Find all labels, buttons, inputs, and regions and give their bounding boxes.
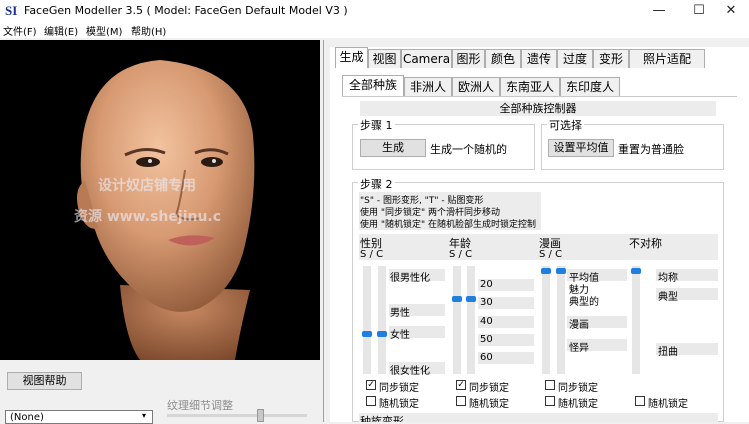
- asymmetry-label-symmetric: 均称: [658, 273, 678, 284]
- gender-shape-slider[interactable]: [362, 266, 372, 374]
- age-shape-slider[interactable]: [452, 266, 462, 374]
- caricature-color-slider-thumb[interactable]: [556, 268, 566, 274]
- set-average-button[interactable]: 设置平均值: [548, 139, 614, 157]
- view-help-button[interactable]: 视图帮助: [7, 372, 82, 390]
- age-sync-lock-checkbox[interactable]: ✓: [456, 380, 466, 390]
- caricature-shape-slider-thumb[interactable]: [541, 268, 551, 274]
- tab-photofit[interactable]: 照片适配: [629, 49, 705, 68]
- title-bar: SI FaceGen Modeller 3.5 ( Model: FaceGen…: [0, 0, 749, 21]
- optional-title: 可选择: [547, 117, 584, 133]
- age-label-40: 40: [480, 316, 493, 327]
- gender-sync-lock-checkbox[interactable]: ✓: [366, 380, 376, 390]
- caricature-label-typical: 典型的: [569, 297, 599, 308]
- menu-model[interactable]: 模型(M): [86, 23, 122, 38]
- age-color-slider-thumb[interactable]: [466, 296, 476, 302]
- morph-dropdown-value: (None): [10, 412, 44, 423]
- panel-separator: [323, 40, 324, 422]
- gender-sync-lock-label: 同步锁定: [379, 383, 419, 394]
- step1-title: 步骤 1: [358, 117, 395, 133]
- age-shape-slider-thumb[interactable]: [452, 296, 462, 302]
- race-morph-title: 种族变形: [360, 415, 404, 422]
- tab-content-border: [342, 96, 737, 97]
- tab-all-races[interactable]: 全部种族: [342, 75, 404, 96]
- texture-detail-slider-track[interactable]: [167, 414, 307, 417]
- face-render: [76, 60, 255, 360]
- tab-shape[interactable]: 图形: [452, 49, 485, 68]
- app-icon: SI: [5, 3, 18, 18]
- reset-description: 重置为普通脸: [618, 143, 684, 156]
- texture-detail-slider-thumb[interactable]: [257, 409, 264, 422]
- age-sync-lock-label: 同步锁定: [469, 383, 509, 394]
- gender-color-slider[interactable]: [377, 266, 387, 374]
- texture-detail-label: 纹理细节调整: [167, 399, 233, 412]
- race-morph-header: 种族变形: [359, 413, 718, 422]
- hint-random-lock: 使用 "随机锁定" 在随机脸部生成时锁定控制: [360, 220, 537, 230]
- caricature-sync-lock-checkbox[interactable]: [545, 380, 555, 390]
- asymmetry-title: 不对称: [629, 237, 662, 250]
- tab-transition[interactable]: 过度: [557, 49, 593, 68]
- menu-file[interactable]: 文件(F): [3, 23, 37, 38]
- tab-southeast-asian[interactable]: 东南亚人: [500, 77, 560, 96]
- gender-shape-slider-thumb[interactable]: [362, 331, 372, 337]
- gender-sc-label: S / C: [360, 249, 384, 260]
- generate-description: 生成一个随机的: [430, 143, 507, 156]
- tab-morph[interactable]: 变形: [593, 49, 629, 68]
- age-sc-label: S / C: [449, 249, 473, 260]
- caricature-label-grotesque: 怪异: [569, 343, 589, 354]
- watermark-line1: 设计奴店铺专用: [98, 178, 196, 194]
- gender-random-lock-checkbox[interactable]: [366, 396, 376, 406]
- tab-color[interactable]: 颜色: [485, 49, 521, 68]
- generate-button[interactable]: 生成: [360, 139, 426, 157]
- tab-african[interactable]: 非洲人: [404, 77, 452, 96]
- asymmetry-slider[interactable]: [631, 266, 641, 374]
- age-label-30: 30: [480, 297, 493, 308]
- window-title: FaceGen Modeller 3.5 ( Model: FaceGen De…: [24, 4, 348, 17]
- tab-camera[interactable]: Camera: [401, 49, 452, 68]
- age-label-50: 50: [480, 334, 493, 345]
- gender-color-slider-thumb[interactable]: [377, 331, 387, 337]
- age-random-lock-checkbox[interactable]: [456, 396, 466, 406]
- chevron-down-icon: ▾: [142, 411, 147, 420]
- close-button[interactable]: ✕: [709, 0, 749, 21]
- asymmetry-slider-thumb[interactable]: [631, 268, 641, 274]
- caricature-shape-slider[interactable]: [541, 266, 551, 374]
- caricature-sc-label: S / C: [539, 249, 563, 260]
- tab-european[interactable]: 欧洲人: [452, 77, 500, 96]
- gender-label-female: 女性: [390, 330, 410, 341]
- caricature-random-lock-label: 随机锁定: [558, 399, 598, 410]
- gender-label-very-male: 很男性化: [390, 273, 430, 284]
- age-color-slider[interactable]: [466, 266, 476, 374]
- menu-edit[interactable]: 编辑(E): [44, 23, 78, 38]
- asymmetry-label-distorted: 扭曲: [658, 347, 678, 358]
- gender-random-lock-label: 随机锁定: [379, 399, 419, 410]
- age-label-60: 60: [480, 352, 493, 363]
- tab-view[interactable]: 视图: [368, 49, 401, 68]
- panel-title: 全部种族控制器: [360, 101, 716, 116]
- watermark-line2: 资源 www.shejinu.c: [74, 209, 222, 225]
- tab-east-indian[interactable]: 东印度人: [560, 77, 620, 96]
- menu-help[interactable]: 帮助(H): [131, 23, 166, 38]
- asymmetry-random-lock-checkbox[interactable]: [635, 396, 645, 406]
- caricature-random-lock-checkbox[interactable]: [545, 396, 555, 406]
- asymmetry-label-typical: 典型: [658, 292, 678, 303]
- gender-label-male: 男性: [390, 308, 410, 319]
- caricature-color-slider[interactable]: [556, 266, 566, 374]
- caricature-label-caricature: 漫画: [569, 320, 589, 331]
- step2-title: 步骤 2: [358, 176, 395, 192]
- minimize-button[interactable]: —: [637, 0, 681, 21]
- age-label-20: 20: [480, 279, 493, 290]
- tab-generate[interactable]: 生成: [335, 47, 368, 68]
- menu-bar: 文件(F) 编辑(E) 模型(M) 帮助(H): [0, 21, 749, 38]
- asymmetry-random-lock-label: 随机锁定: [648, 399, 688, 410]
- caricature-sync-lock-label: 同步锁定: [558, 383, 598, 394]
- gender-label-very-female: 很女性化: [390, 366, 430, 377]
- tab-genetics[interactable]: 遗传: [521, 49, 557, 68]
- face-viewport[interactable]: 设计奴店铺专用 资源 www.shejinu.c: [0, 40, 320, 360]
- age-random-lock-label: 随机锁定: [469, 399, 509, 410]
